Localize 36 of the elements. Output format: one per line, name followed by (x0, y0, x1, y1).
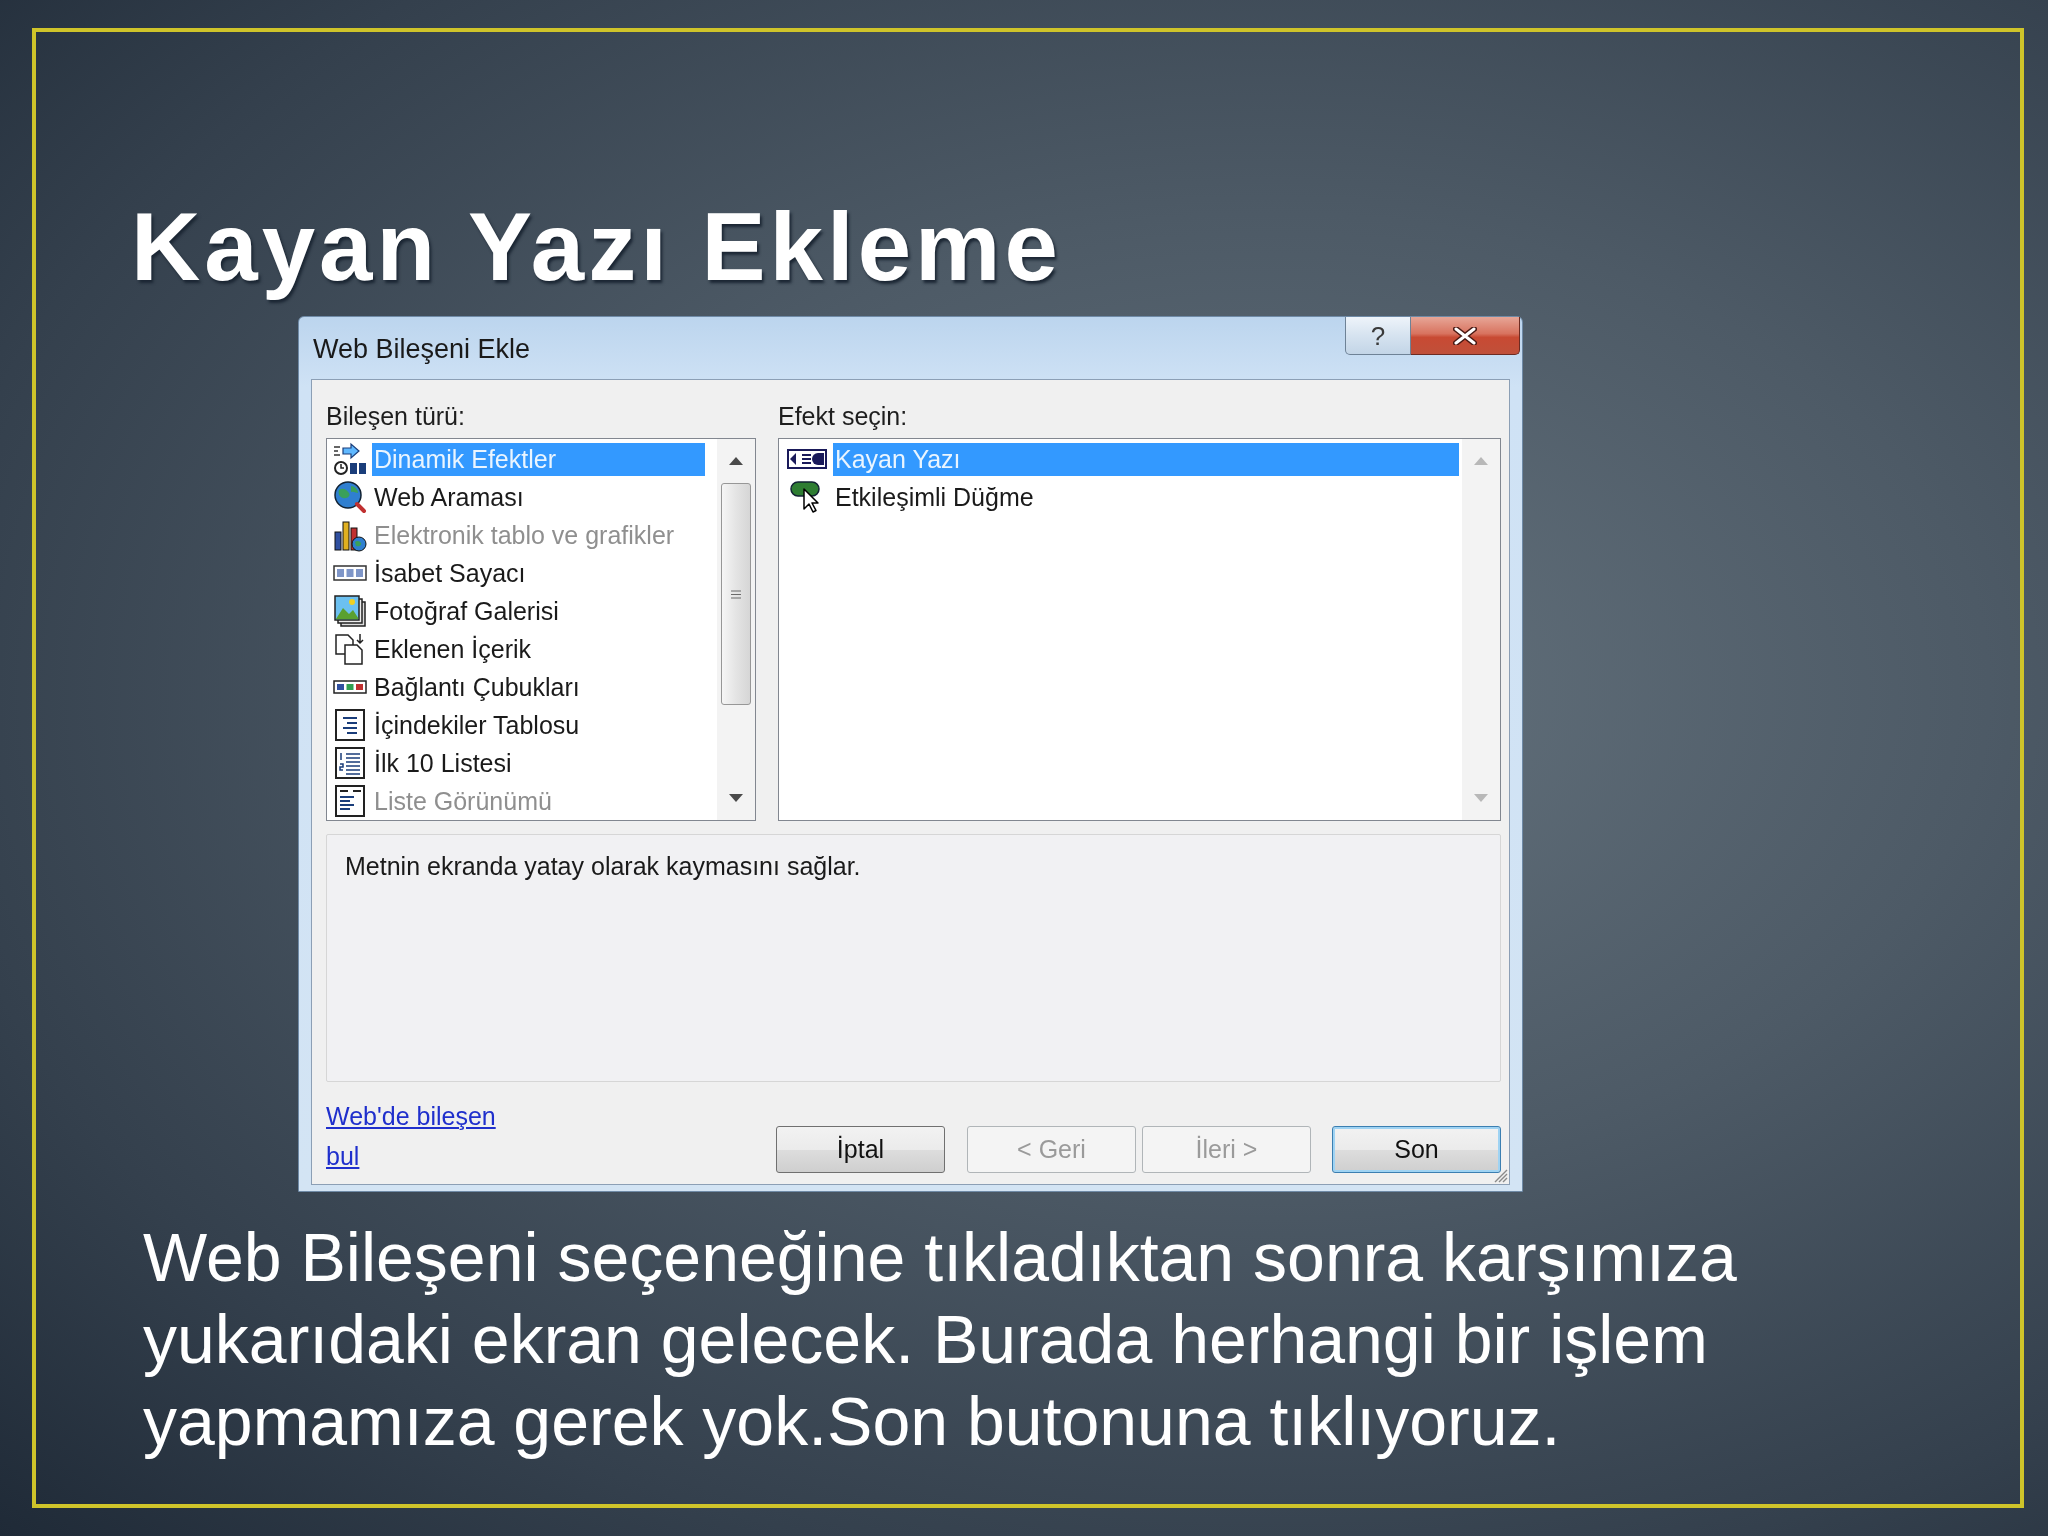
dialog-button[interactable]: Son (1332, 1126, 1501, 1173)
description-text: Metnin ekranda yatay olarak kaymasını sağlar. (345, 851, 862, 881)
list-label: Bileşen türü: (326, 401, 466, 431)
list-item[interactable]: İlk 10 Listesi (372, 746, 705, 780)
dialog-button[interactable]: İptal (776, 1126, 945, 1173)
globe-magnifier-icon (333, 480, 367, 514)
down-arrow-icon[interactable] (729, 794, 743, 802)
document-lines-icon (333, 708, 367, 742)
slide-caption: Web Bileşeni seçeneğine tıkladıktan sonra karşımıza yukarıdaki ekran gelecek. Burada herhangi bir işlem yapmamıza gerek yok.Son butonuna tıklıyoruz. (143, 1218, 1738, 1461)
list-item[interactable]: Bağlantı Çubukları (372, 670, 705, 704)
dialog-title: Web Bileşeni Ekle (313, 333, 531, 366)
up-arrow-icon[interactable] (729, 457, 743, 465)
close-icon (1453, 326, 1477, 345)
resize-grip-icon (1494, 1169, 1508, 1183)
arrow-clock-icon (333, 442, 367, 476)
help-button[interactable]: ? (1345, 317, 1411, 355)
counter-icon (333, 565, 367, 581)
color-bar-icon (333, 680, 367, 694)
list-item[interactable]: Etkileşimli Düğme (833, 480, 1459, 514)
bar-chart-icon (333, 518, 367, 552)
slide-title: Kayan Yazı Ekleme (130, 192, 1063, 302)
photo-stack-icon (333, 594, 367, 628)
scrollbar-thumb[interactable] (721, 483, 751, 705)
grip-icon (731, 589, 741, 599)
marquee-icon (787, 449, 827, 469)
find-components-link[interactable]: Web'de bileşen bul (326, 1096, 506, 1176)
close-button[interactable] (1411, 317, 1520, 355)
list-document-icon (333, 784, 367, 818)
numbered-list-icon (333, 746, 367, 780)
list-item[interactable]: İçindekiler Tablosu (372, 708, 705, 742)
list-item[interactable]: Web Araması (372, 480, 705, 514)
list-item[interactable]: İsabet Sayacı (372, 556, 705, 590)
list-item[interactable]: Eklenen İçerik (372, 632, 705, 666)
list-item[interactable]: Fotoğraf Galerisi (372, 594, 705, 628)
documents-icon (333, 632, 367, 666)
list-label: Efekt seçin: (778, 401, 909, 431)
